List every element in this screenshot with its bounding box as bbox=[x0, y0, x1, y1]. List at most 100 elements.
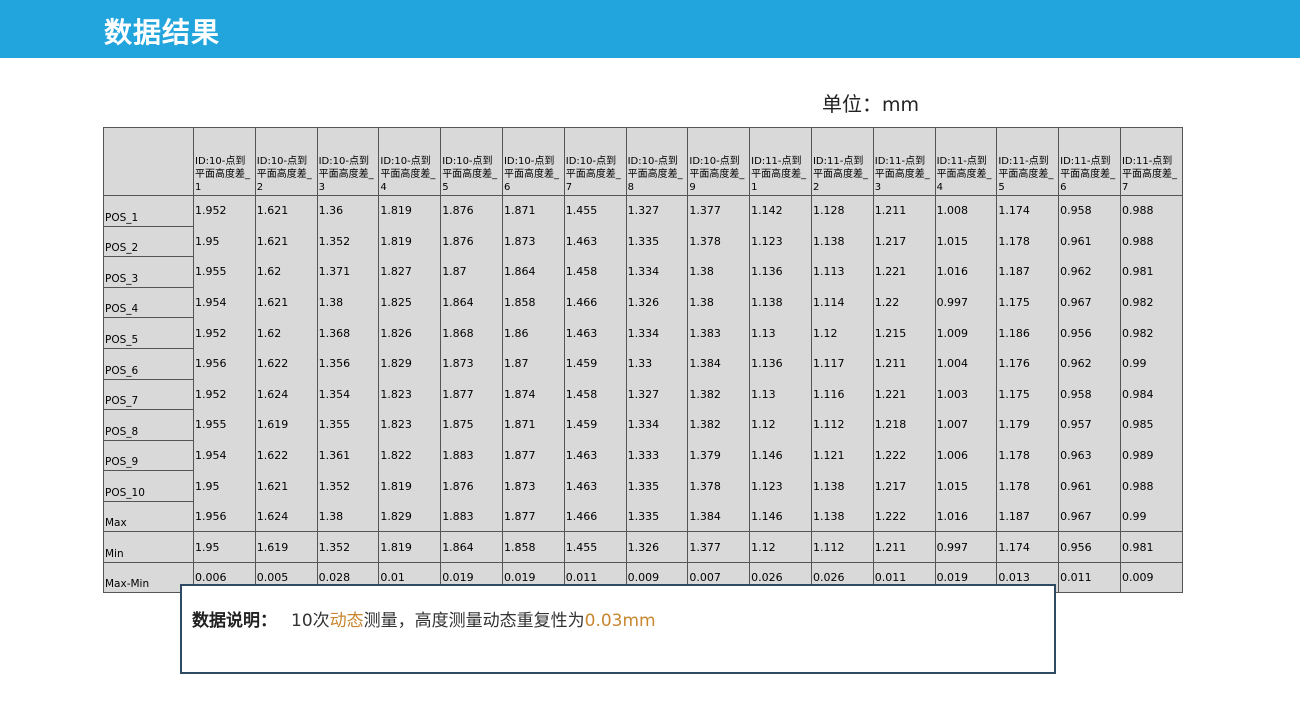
table-cell: 1.378 bbox=[687, 226, 751, 257]
table-cell: 1.871 bbox=[501, 409, 565, 441]
table-cell: 1.004 bbox=[934, 348, 998, 380]
table-cell: 0.958 bbox=[1058, 379, 1121, 410]
table-cell: 1.13 bbox=[749, 317, 812, 349]
page-title: 数据结果 bbox=[104, 16, 221, 49]
table-cell: 1.458 bbox=[563, 256, 627, 288]
table-cell: 1.136 bbox=[749, 348, 812, 380]
table-cell: 1.463 bbox=[563, 317, 627, 349]
row-label: Min bbox=[103, 531, 194, 563]
table-cell: 1.146 bbox=[749, 500, 812, 533]
table-cell: 0.99 bbox=[1119, 348, 1183, 380]
table-cell: 1.95 bbox=[193, 470, 256, 502]
table-cell: 1.123 bbox=[749, 470, 812, 502]
column-header: ID:11-点到平面高度差_5 bbox=[996, 127, 1060, 196]
row-label: POS_1 bbox=[103, 195, 194, 227]
table-cell: 0.956 bbox=[1058, 317, 1121, 349]
row-label: POS_2 bbox=[103, 225, 194, 258]
table-header-row: ID:10-点到平面高度差_1 ID:10-点到平面高度差_2 ID:10-点到平面… bbox=[103, 127, 1183, 196]
table-cell: 1.823 bbox=[378, 379, 442, 410]
table-cell: 1.463 bbox=[563, 440, 627, 471]
table-cell: 0.967 bbox=[1058, 500, 1121, 533]
table-cell: 1.829 bbox=[378, 500, 442, 533]
table-cell: 1.458 bbox=[563, 379, 627, 410]
column-header: ID:10-点到平面高度差_4 bbox=[378, 127, 442, 196]
table-cell: 1.873 bbox=[501, 226, 565, 257]
table-cell: 1.876 bbox=[440, 195, 503, 227]
table-cell: 1.335 bbox=[625, 470, 689, 502]
table-cell: 1.371 bbox=[316, 256, 380, 288]
table-cell: 1.12 bbox=[810, 317, 874, 349]
table-cell: 1.33 bbox=[625, 348, 689, 380]
table-cell: 1.178 bbox=[996, 470, 1060, 502]
table-cell: 1.38 bbox=[687, 287, 751, 318]
table-cell: 0.962 bbox=[1058, 256, 1121, 288]
table-cell: 1.877 bbox=[501, 440, 565, 471]
data-note-part1: 10次 bbox=[291, 611, 330, 631]
table-cell: 1.368 bbox=[316, 317, 380, 349]
table-row: POS_10 1.95 1.621 1.352 1.819 1.876 1.873 1.463… bbox=[103, 470, 1183, 502]
data-note-highlight-value: 0.03mm bbox=[584, 611, 656, 631]
table-cell: 1.186 bbox=[996, 317, 1060, 349]
table-cell: 1.113 bbox=[810, 256, 874, 288]
table-cell: 1.459 bbox=[563, 409, 627, 441]
table-cell: 1.121 bbox=[810, 440, 874, 471]
table-cell: 0.962 bbox=[1058, 348, 1121, 380]
table-cell: 1.858 bbox=[501, 531, 565, 563]
table-cell: 1.334 bbox=[625, 409, 689, 441]
table-body: POS_1 1.952 1.621 1.36 1.819 1.876 1.871 1.455 1… bbox=[103, 195, 1183, 502]
table-cell: 1.187 bbox=[996, 256, 1060, 288]
table-cell: 0.961 bbox=[1058, 470, 1121, 502]
data-note-text: 数据说明： 10次动态测量，高度测量动态重复性为0.03mm bbox=[192, 606, 656, 631]
column-header: ID:11-点到平面高度差_4 bbox=[934, 127, 998, 196]
table-cell: 1.877 bbox=[440, 379, 503, 410]
table-cell: 1.619 bbox=[254, 409, 318, 441]
table-cell: 1.138 bbox=[810, 226, 874, 257]
table-cell: 0.982 bbox=[1119, 287, 1183, 318]
table-cell: 0.967 bbox=[1058, 287, 1121, 318]
table-cell: 1.379 bbox=[687, 440, 751, 471]
table-cell: 1.38 bbox=[316, 500, 380, 533]
header-bar: 数据结果 bbox=[0, 0, 1300, 58]
column-header: ID:11-点到平面高度差_1 bbox=[749, 127, 812, 196]
table-cell: 1.327 bbox=[625, 195, 689, 227]
table-row: POS_4 1.954 1.621 1.38 1.825 1.864 1.858 1.466 1… bbox=[103, 286, 1183, 319]
table-cell: 1.211 bbox=[872, 531, 936, 563]
table-stats-body: Max 1.956 1.624 1.38 1.829 1.883 1.877 1.466 1.3… bbox=[103, 500, 1183, 594]
results-table-container: ID:10-点到平面高度差_1 ID:10-点到平面高度差_2 ID:10-点到平面… bbox=[103, 127, 1183, 594]
table-cell: 1.864 bbox=[501, 256, 565, 288]
table-cell: 0.957 bbox=[1058, 409, 1121, 441]
table-cell: 1.136 bbox=[749, 256, 812, 288]
stats-row: Min 1.95 1.619 1.352 1.819 1.864 1.858 1.455 1.3… bbox=[103, 531, 1183, 563]
table-cell: 1.86 bbox=[501, 317, 565, 349]
column-header: ID:11-点到平面高度差_3 bbox=[872, 127, 936, 196]
table-cell: 1.138 bbox=[810, 500, 874, 533]
table-cell: 1.138 bbox=[749, 287, 812, 318]
column-header: ID:10-点到平面高度差_1 bbox=[193, 127, 256, 196]
data-note-label: 数据说明： bbox=[192, 611, 277, 631]
unit-value: mm bbox=[882, 94, 920, 116]
table-cell: 1.335 bbox=[625, 226, 689, 257]
table-cell: 1.826 bbox=[378, 317, 442, 349]
table-cell: 1.016 bbox=[934, 256, 998, 288]
table-cell: 1.114 bbox=[810, 287, 874, 318]
table-cell: 1.819 bbox=[378, 470, 442, 502]
column-header: ID:10-点到平面高度差_6 bbox=[501, 127, 565, 196]
table-cell: 1.217 bbox=[872, 226, 936, 257]
table-cell: 1.383 bbox=[687, 317, 751, 349]
table-cell: 1.955 bbox=[193, 409, 256, 441]
table-cell: 1.466 bbox=[563, 500, 627, 533]
table-cell: 0.984 bbox=[1119, 379, 1183, 410]
table-cell: 1.377 bbox=[687, 531, 751, 563]
table-cell: 0.963 bbox=[1058, 440, 1121, 471]
table-cell: 1.117 bbox=[810, 348, 874, 380]
column-header: ID:10-点到平面高度差_3 bbox=[316, 127, 380, 196]
table-cell: 1.827 bbox=[378, 256, 442, 288]
table-cell: 0.997 bbox=[934, 287, 998, 318]
table-cell: 1.178 bbox=[996, 226, 1060, 257]
column-header: ID:11-点到平面高度差_6 bbox=[1058, 127, 1121, 196]
table-cell: 1.123 bbox=[749, 226, 812, 257]
table-cell: 1.378 bbox=[687, 470, 751, 502]
table-cell: 1.361 bbox=[316, 440, 380, 471]
table-cell: 1.356 bbox=[316, 348, 380, 380]
table-cell: 1.221 bbox=[872, 256, 936, 288]
